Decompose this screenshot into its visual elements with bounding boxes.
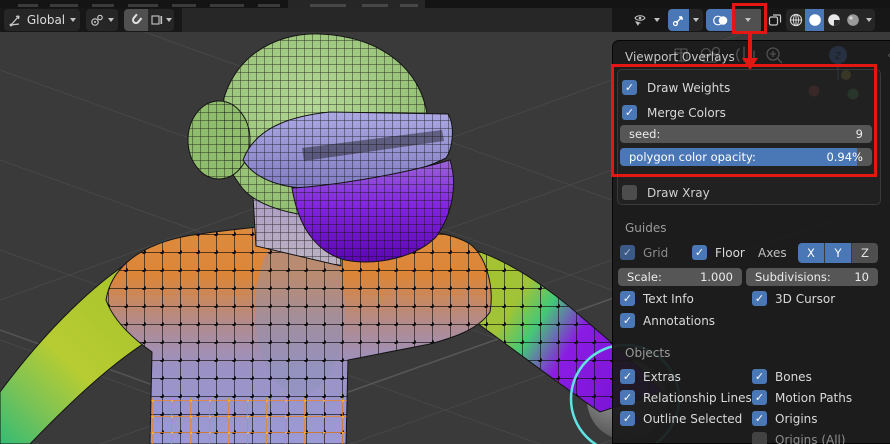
motion-paths-checkbox[interactable] [752,390,767,405]
text-info-label: Text Info [643,292,694,306]
extras-label: Extras [643,370,681,384]
snap-magnet-toggle[interactable] [124,9,148,31]
scale-label: Scale: [627,270,662,284]
orientation-label: Global [26,13,66,27]
gizmo-group [668,9,703,31]
snap-magnet-icon [132,13,143,24]
pivot-point-dropdown[interactable] [86,9,118,31]
outline-selected-label: Outline Selected [643,412,743,426]
draw-xray-label: Draw Xray [647,186,710,200]
origins-all-checkbox[interactable] [752,432,767,444]
shading-wireframe-icon [789,13,802,27]
shading-dropdown[interactable] [862,9,875,31]
transform-orientation-icon [9,15,20,27]
axis-z-button[interactable]: Z [852,243,878,263]
outline-selected-checkbox[interactable] [620,411,635,426]
motion-paths-label: Motion Paths [775,391,853,405]
gizmo-icon [672,15,683,26]
proportional-falloff-icon [150,15,162,25]
extras-checkbox[interactable] [620,369,635,384]
svg-text:Z: Z [835,51,842,62]
axis-x-button[interactable]: X [798,243,825,263]
objects-section-label: Objects [625,346,671,360]
origins-label: Origins [775,412,818,426]
chevron-down-icon [865,18,872,22]
annotation-box-settings [611,64,877,177]
subdivisions-field[interactable]: Subdivisions: 10 [746,268,878,286]
snap-group [124,9,174,31]
bones-label: Bones [775,370,812,384]
floor-label: Floor [715,246,745,260]
annotations-label: Annotations [643,314,716,328]
popover-title: Viewport Overlays [625,50,735,64]
show-gizmo-eye-icon [634,15,646,26]
subdivisions-label: Subdivisions: [755,270,831,284]
guides-section-label: Guides [625,221,667,235]
text-info-checkbox[interactable] [620,291,635,306]
subdivisions-value: 10 [854,270,869,284]
annotation-arrow-shaft [748,34,752,60]
scale-value: 1.000 [700,270,733,284]
origins-all-label: Origins (All) [775,433,846,444]
shading-group [786,9,875,31]
annotations-checkbox[interactable] [620,313,635,328]
gizmo-dropdown[interactable] [689,9,703,31]
shading-material-icon [827,14,840,26]
show-gizmo-dropdown[interactable] [628,9,664,31]
axis-y-button[interactable]: Y [825,243,852,263]
annotation-box-dropdown [732,3,767,34]
shading-rendered-icon [846,14,859,26]
transform-orientation-dropdown[interactable]: Global [4,9,80,31]
axes-label: Axes [758,246,787,260]
axes-segmented-control: X Y Z [798,243,878,263]
chevron-down-icon [654,18,660,22]
chevron-down-icon [70,18,76,22]
chevron-down-icon [108,18,114,22]
grid-label: Grid [643,246,669,260]
3d-cursor-checkbox[interactable] [752,291,767,306]
relationship-lines-checkbox[interactable] [620,390,635,405]
scale-field[interactable]: Scale: 1.000 [618,268,742,286]
overlays-toggle[interactable] [706,9,734,31]
grid-checkbox[interactable] [620,245,635,260]
floor-checkbox[interactable] [692,245,707,260]
proportional-editing-dropdown[interactable] [148,9,174,31]
shading-wireframe-button[interactable] [786,9,805,31]
bones-checkbox[interactable] [752,369,767,384]
relationship-lines-label: Relationship Lines [643,391,752,405]
draw-xray-checkbox[interactable] [622,185,637,200]
pivot-point-icon [91,14,103,26]
blender-window: Global Z Viewport Overlays ✓ Draw Weight… [0,0,890,444]
xray-toggle[interactable] [766,9,784,31]
3d-cursor-label: 3D Cursor [775,292,836,306]
chevron-down-icon [165,18,172,22]
shading-material-button[interactable] [824,9,843,31]
shading-rendered-button[interactable] [843,9,862,31]
selected-edge-loop [140,398,355,444]
shading-solid-button[interactable] [805,9,824,31]
chevron-down-icon [693,18,699,22]
xray-toggle-icon [768,14,782,26]
shading-solid-icon [808,14,821,26]
overlays-icon [712,15,727,25]
gizmo-toggle[interactable] [668,9,689,31]
origins-checkbox[interactable] [752,411,767,426]
